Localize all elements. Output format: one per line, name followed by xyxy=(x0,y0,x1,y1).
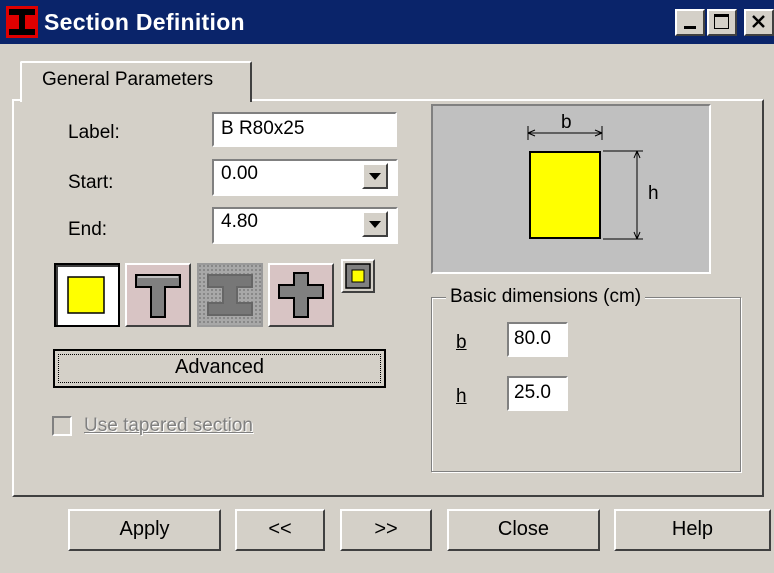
rectangle-section-button[interactable] xyxy=(54,263,120,327)
b-field[interactable]: 80.0 xyxy=(507,322,568,357)
start-dropdown-button[interactable] xyxy=(362,163,388,189)
maximize-icon xyxy=(714,14,729,29)
label-caption: Label: xyxy=(68,122,120,143)
tab-general-parameters[interactable]: General Parameters xyxy=(20,61,252,102)
end-caption: End: xyxy=(68,219,108,240)
basic-dimensions-title: Basic dimensions (cm) xyxy=(446,285,646,309)
rectangle-section-icon xyxy=(67,276,105,314)
next-button[interactable]: >> xyxy=(340,509,432,551)
minimize-button[interactable] xyxy=(675,9,705,36)
chevron-down-icon xyxy=(369,173,381,180)
basic-dimensions-group xyxy=(431,297,741,472)
cross-section-button[interactable] xyxy=(268,263,334,327)
use-tapered-label: Use tapered section xyxy=(84,415,253,436)
minimize-icon xyxy=(684,26,696,29)
box-section-button[interactable] xyxy=(341,259,375,293)
i-section-button[interactable] xyxy=(197,263,263,327)
section-preview: b h xyxy=(431,104,711,274)
maximize-button[interactable] xyxy=(707,9,737,36)
start-value: 0.00 xyxy=(221,163,258,184)
i-beam-app-icon[interactable] xyxy=(6,6,38,38)
previous-button[interactable]: << xyxy=(235,509,325,551)
end-value: 4.80 xyxy=(221,211,258,232)
close-icon xyxy=(752,15,765,28)
h-field[interactable]: 25.0 xyxy=(507,376,568,411)
apply-button[interactable]: Apply xyxy=(68,509,221,551)
start-caption: Start: xyxy=(68,172,114,193)
label-field[interactable]: B R80x25 xyxy=(212,112,397,147)
chevron-down-icon xyxy=(369,221,381,228)
b-dimension-label: b xyxy=(561,112,572,133)
h-label: h xyxy=(456,386,467,407)
use-tapered-checkbox[interactable] xyxy=(52,416,72,436)
h-dimension-label: h xyxy=(648,183,659,204)
cross-section-icon xyxy=(278,272,324,318)
t-section-icon xyxy=(135,274,181,318)
advanced-button[interactable]: Advanced xyxy=(53,349,386,388)
b-label: b xyxy=(456,332,467,353)
help-button[interactable]: Help xyxy=(614,509,771,551)
focus-rectangle xyxy=(58,354,381,383)
t-section-button[interactable] xyxy=(125,263,191,327)
end-dropdown-button[interactable] xyxy=(362,211,388,237)
close-window-button[interactable] xyxy=(744,9,774,36)
close-button[interactable]: Close xyxy=(447,509,600,551)
i-section-icon xyxy=(199,265,261,325)
box-section-icon xyxy=(345,263,371,289)
window-title: Section Definition xyxy=(44,9,245,35)
